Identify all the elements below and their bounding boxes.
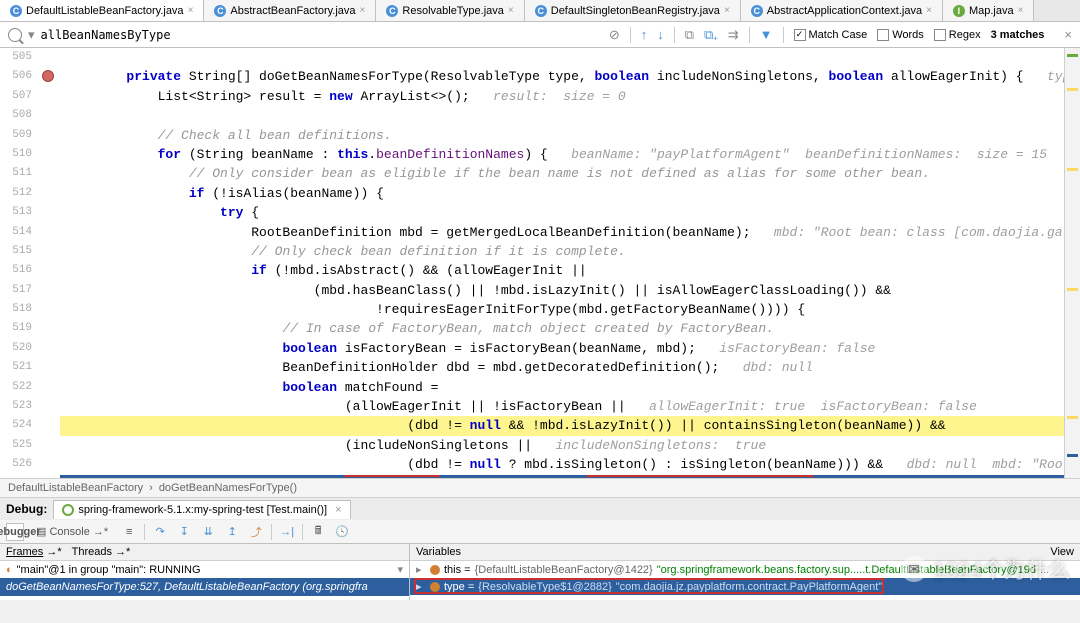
- prev-match-icon[interactable]: ↑: [641, 27, 648, 42]
- breadcrumb-method[interactable]: doGetBeanNamesForType(): [159, 482, 297, 494]
- step-out-icon[interactable]: ↥: [223, 523, 241, 541]
- line-number-gutter: 5055065075085095105115125135145155165175…: [0, 48, 36, 478]
- class-icon: C: [10, 5, 22, 17]
- debug-toolbar: Debugger ▤ Console →* ≡ ↷ ↧ ⇊ ↥ ⤴ →| 🖩 🕓: [0, 520, 1080, 544]
- file-tab-1[interactable]: CAbstractBeanFactory.java×: [204, 0, 376, 21]
- debug-label: Debug:: [6, 502, 47, 516]
- file-tab-bar: CDefaultListableBeanFactory.java× CAbstr…: [0, 0, 1080, 22]
- dropdown-icon[interactable]: ▾: [397, 563, 403, 576]
- editor[interactable]: 5055065075085095105115125135145155165175…: [0, 48, 1080, 478]
- thread-row[interactable]: ◐ "main"@1 in group "main": RUNNING ▾: [0, 561, 409, 578]
- spring-icon: [62, 504, 74, 516]
- dropdown-icon[interactable]: ▾: [28, 27, 35, 43]
- tab-console[interactable]: ▤ Console →*: [30, 523, 114, 541]
- close-icon[interactable]: ×: [508, 5, 514, 16]
- class-icon: C: [214, 5, 226, 17]
- interface-icon: I: [953, 5, 965, 17]
- add-selection-icon[interactable]: ⧉₊: [704, 27, 718, 43]
- close-icon[interactable]: ×: [335, 504, 341, 516]
- file-tab-4[interactable]: CAbstractApplicationContext.java×: [741, 0, 943, 21]
- breadcrumb: DefaultListableBeanFactory › doGetBeanNa…: [0, 478, 1080, 498]
- threads-tab[interactable]: Threads →*: [72, 546, 131, 558]
- run-to-cursor-icon[interactable]: →|: [278, 523, 296, 541]
- marker-gutter: ?: [36, 48, 60, 478]
- clear-search-icon[interactable]: ⊘: [609, 27, 620, 43]
- filter-icon[interactable]: ▼: [760, 27, 773, 42]
- toggle-icon[interactable]: ⇉: [728, 27, 739, 43]
- class-icon: C: [751, 5, 763, 17]
- close-icon[interactable]: ×: [724, 5, 730, 16]
- evaluate-icon[interactable]: 🖩: [309, 523, 327, 541]
- search-bar: ▾ ⊘ ↑ ↓ ⧉ ⧉₊ ⇉ ▼ ✓Match Case Words Regex…: [0, 22, 1080, 48]
- step-into-icon[interactable]: ↧: [175, 523, 193, 541]
- variables-panel: Variables View ▸ this = {DefaultListableB…: [410, 544, 1080, 600]
- object-icon: [430, 565, 440, 575]
- trace-icon[interactable]: 🕓: [333, 523, 351, 541]
- code-area[interactable]: private String[] doGetBeanNamesForType(R…: [60, 48, 1064, 478]
- close-icon[interactable]: ×: [360, 5, 366, 16]
- words-checkbox[interactable]: Words: [877, 29, 924, 41]
- run-config-tab[interactable]: spring-framework-5.1.x:my-spring-test [T…: [53, 500, 350, 519]
- step-over-icon[interactable]: ↷: [151, 523, 169, 541]
- threads-dropdown-icon[interactable]: ≡: [120, 523, 138, 541]
- search-input[interactable]: [41, 28, 603, 42]
- view-link[interactable]: View: [1050, 546, 1074, 558]
- next-match-icon[interactable]: ↓: [657, 27, 664, 42]
- var-this[interactable]: ▸ this = {DefaultListableBeanFactory@142…: [410, 561, 1080, 578]
- select-all-icon[interactable]: ⧉: [685, 27, 694, 43]
- file-tab-5[interactable]: IMap.java×: [943, 0, 1034, 21]
- close-icon[interactable]: ×: [1018, 5, 1024, 16]
- frames-panel: Frames →* Threads →* ◐ "main"@1 in group…: [0, 544, 410, 600]
- tab-debugger[interactable]: Debugger: [6, 523, 24, 541]
- force-step-into-icon[interactable]: ⇊: [199, 523, 217, 541]
- file-tab-3[interactable]: CDefaultSingletonBeanRegistry.java×: [525, 0, 741, 21]
- debug-tab-header: Debug: spring-framework-5.1.x:my-spring-…: [0, 498, 1080, 520]
- file-tab-2[interactable]: CResolvableType.java×: [376, 0, 524, 21]
- stack-frame[interactable]: doGetBeanNamesForType:527, DefaultListab…: [0, 578, 409, 596]
- drop-frame-icon[interactable]: ⤴: [247, 523, 265, 541]
- variables-tab[interactable]: Variables: [416, 546, 461, 558]
- close-icon[interactable]: ×: [188, 5, 194, 16]
- class-icon: C: [386, 5, 398, 17]
- thread-icon: ◐: [6, 564, 13, 576]
- match-case-checkbox[interactable]: ✓Match Case: [794, 29, 868, 41]
- regex-checkbox[interactable]: Regex: [934, 29, 981, 41]
- error-stripe[interactable]: [1064, 48, 1080, 478]
- breadcrumb-class[interactable]: DefaultListableBeanFactory: [8, 482, 143, 494]
- expand-icon[interactable]: ▸: [416, 563, 426, 576]
- debug-body: Frames →* Threads →* ◐ "main"@1 in group…: [0, 544, 1080, 600]
- class-icon: C: [535, 5, 547, 17]
- highlight-box: [414, 578, 884, 594]
- file-tab-0[interactable]: CDefaultListableBeanFactory.java×: [0, 0, 204, 21]
- close-search-icon[interactable]: ×: [1064, 27, 1072, 42]
- frames-tab[interactable]: Frames →*: [6, 546, 62, 558]
- search-icon: [8, 28, 22, 42]
- close-icon[interactable]: ×: [926, 5, 932, 16]
- match-count: 3 matches: [991, 29, 1045, 41]
